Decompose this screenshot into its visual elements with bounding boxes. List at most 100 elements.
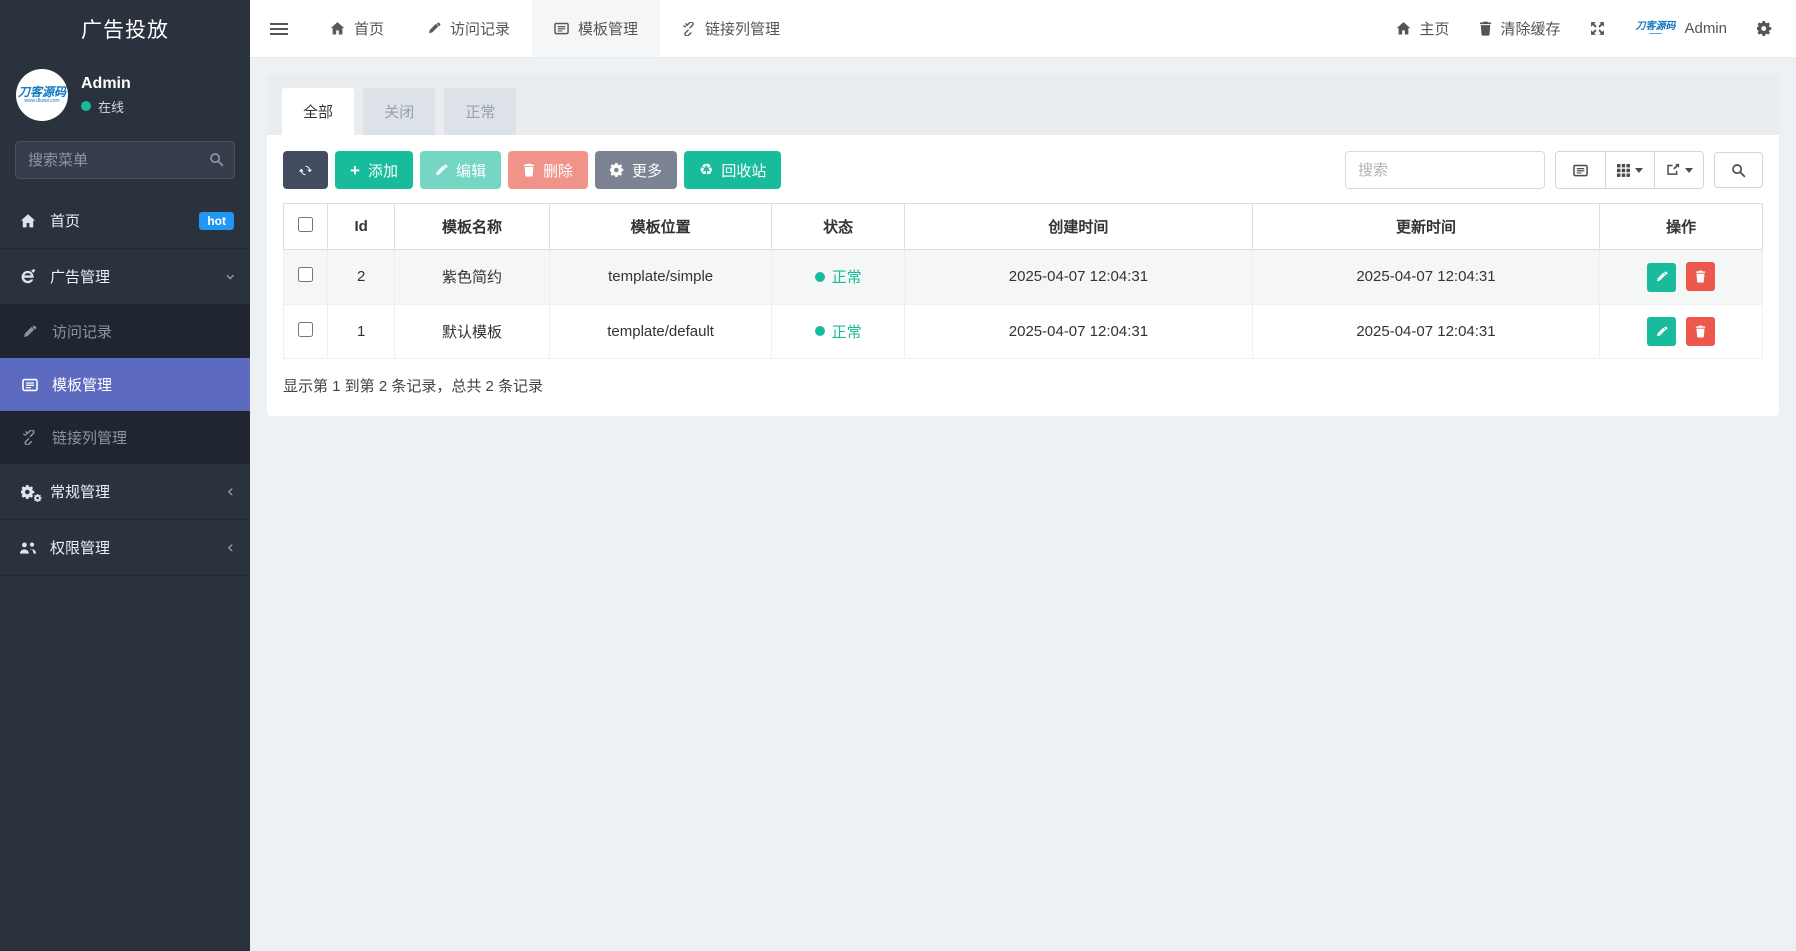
grid-icon	[1617, 164, 1630, 177]
detail-view-button[interactable]	[1556, 152, 1605, 188]
table-search-input[interactable]	[1345, 151, 1545, 189]
row-edit-button[interactable]	[1647, 263, 1676, 292]
sidebar-item-label: 访问记录	[52, 321, 112, 342]
settings-button[interactable]	[1757, 21, 1772, 36]
row-checkbox[interactable]	[298, 267, 313, 282]
fullscreen-button[interactable]	[1590, 21, 1605, 36]
home-icon	[18, 213, 37, 229]
user-status-label: 在线	[98, 97, 124, 116]
add-button[interactable]: + 添加	[335, 151, 413, 189]
sidebar-item-label: 链接列管理	[52, 427, 127, 448]
sidebar-menu: 首页 hot 广告管理 ‹ 访问记录 模板管理	[0, 193, 250, 576]
frontend-home-link[interactable]: 主页	[1396, 18, 1449, 39]
status-label: 正常	[832, 321, 862, 342]
avatar-logo-text: 刀客源码	[18, 86, 66, 98]
sidebar-item-template-management[interactable]: 模板管理	[0, 358, 250, 411]
export-dropdown-button[interactable]	[1654, 152, 1703, 188]
admin-account-menu[interactable]: 刀客源码 ━━━━━ Admin	[1635, 20, 1727, 37]
top-tab-link-list-management[interactable]: 链接列管理	[660, 0, 802, 57]
filter-tab-all[interactable]: 全部	[282, 88, 354, 135]
sidebar-item-permission-management[interactable]: 权限管理 ‹	[0, 520, 250, 576]
sidebar-item-visit-records[interactable]: 访问记录	[0, 305, 250, 358]
refresh-button[interactable]	[283, 151, 328, 189]
row-edit-button[interactable]	[1647, 317, 1676, 346]
table-toolbar: + 添加 编辑 删除	[283, 151, 1763, 189]
row-delete-button[interactable]	[1686, 317, 1715, 346]
expand-arrows-icon	[1590, 21, 1605, 36]
cogs-icon	[18, 485, 37, 499]
cell-template-name: 默认模板	[394, 304, 549, 359]
filter-tab-closed[interactable]: 关闭	[363, 88, 435, 135]
filter-tab-normal[interactable]: 正常	[444, 88, 516, 135]
edit-button[interactable]: 编辑	[420, 151, 501, 189]
site-logo: 刀客源码 ━━━━━	[1635, 22, 1675, 36]
topbar-right: 主页 清除缓存 刀客源码 ━━━━━ Admin	[1396, 0, 1796, 57]
export-icon	[1666, 163, 1680, 177]
top-tab-visit-records[interactable]: 访问记录	[406, 0, 532, 57]
chain-broken-icon	[682, 22, 696, 36]
cell-created-at: 2025-04-07 12:04:31	[905, 250, 1253, 305]
admin-username: Admin	[1684, 20, 1727, 37]
panel-body: + 添加 编辑 删除	[267, 135, 1779, 416]
hot-badge: hot	[199, 212, 234, 230]
cell-id: 2	[328, 250, 395, 305]
sidebar-item-ad-management[interactable]: 广告管理 ‹	[0, 249, 250, 305]
recycle-bin-button[interactable]: ♻ 回收站	[684, 151, 781, 189]
clear-cache-button[interactable]: 清除缓存	[1479, 18, 1560, 39]
sidebar-item-home[interactable]: 首页 hot	[0, 193, 250, 249]
top-tab-template-management[interactable]: 模板管理	[532, 0, 660, 57]
sidebar-item-label: 模板管理	[52, 374, 112, 395]
recycle-bin-label: 回收站	[721, 160, 766, 181]
sidebar-item-link-list-management[interactable]: 链接列管理	[0, 411, 250, 464]
sidebar-submenu-ad: 访问记录 模板管理 链接列管理	[0, 305, 250, 464]
more-button[interactable]: 更多	[595, 151, 677, 189]
search-icon	[209, 152, 224, 167]
search-toggle-button[interactable]	[1714, 152, 1763, 188]
refresh-icon	[298, 163, 313, 178]
top-tab-label: 链接列管理	[705, 18, 780, 39]
status-dot-icon	[815, 272, 825, 282]
sidebar-toggle-button[interactable]	[250, 0, 308, 57]
recycle-icon: ♻	[699, 162, 713, 178]
filter-tabs-bar: 全部 关闭 正常	[267, 74, 1779, 135]
avatar: 刀客源码 www.dkswl.com	[16, 69, 68, 121]
sidebar-item-label: 权限管理	[50, 537, 110, 558]
top-tab-home[interactable]: 首页	[308, 0, 406, 57]
internet-explorer-icon	[18, 268, 37, 285]
cell-template-location: template/simple	[550, 250, 772, 305]
home-icon	[1396, 21, 1411, 36]
home-icon	[330, 21, 345, 36]
trash-icon	[1479, 21, 1492, 36]
pencil-icon	[428, 22, 441, 35]
site-logo-text: 刀客源码	[1635, 22, 1675, 32]
table-row: 2 紫色简约 template/simple 正常 2025-04-07 12:…	[284, 250, 1763, 305]
list-alt-icon	[1573, 163, 1588, 178]
toolbar-right	[1345, 151, 1763, 189]
templates-table: Id 模板名称 模板位置 状态 创建时间 更新时间 操作 2 紫色简约 tem	[283, 203, 1763, 359]
column-header-template-name: 模板名称	[394, 204, 549, 250]
trash-icon	[523, 163, 535, 177]
gear-icon	[610, 163, 624, 177]
main-content: 全部 关闭 正常 + 添加 编辑	[250, 58, 1796, 951]
delete-button[interactable]: 删除	[508, 151, 588, 189]
hamburger-icon	[270, 23, 288, 35]
select-all-checkbox[interactable]	[298, 217, 313, 232]
app-brand-title: 广告投放	[0, 0, 250, 57]
row-delete-button[interactable]	[1686, 262, 1715, 291]
table-row: 1 默认模板 template/default 正常 2025-04-07 12…	[284, 304, 1763, 359]
top-navbar: 首页 访问记录 模板管理 链接列管理 主页	[250, 0, 1796, 58]
edit-button-label: 编辑	[456, 160, 486, 181]
sidebar-item-general-management[interactable]: 常规管理 ‹	[0, 464, 250, 520]
columns-dropdown-button[interactable]	[1605, 152, 1654, 188]
pencil-icon	[20, 325, 39, 339]
status-dot-icon	[815, 326, 825, 336]
cell-id: 1	[328, 304, 395, 359]
cell-created-at: 2025-04-07 12:04:31	[905, 304, 1253, 359]
pencil-icon	[435, 164, 448, 177]
users-icon	[18, 541, 37, 555]
sidebar-search-input[interactable]	[15, 141, 235, 179]
sidebar-item-label: 常规管理	[50, 481, 110, 502]
cogs-icon	[1757, 21, 1772, 36]
row-checkbox[interactable]	[298, 322, 313, 337]
online-status-dot-icon	[81, 101, 91, 111]
